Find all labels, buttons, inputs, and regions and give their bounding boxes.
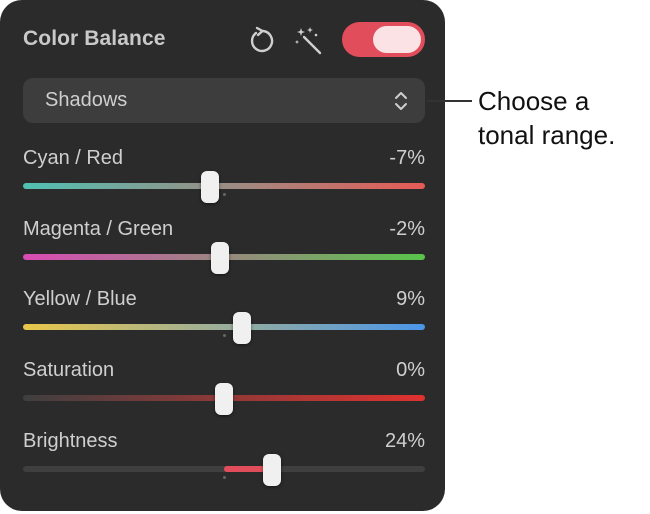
slider-saturation: Saturation 0%: [23, 359, 425, 423]
slider-thumb[interactable]: [215, 383, 233, 415]
slider-thumb[interactable]: [200, 171, 219, 203]
chevron-up-down-icon: [395, 92, 407, 110]
slider-brightness: Brightness 24%: [23, 430, 425, 494]
callout-text: Choose a tonal range.: [478, 86, 616, 150]
magic-wand-icon[interactable]: [294, 25, 324, 55]
slider-cyan-red: Cyan / Red -7%: [23, 147, 425, 211]
slider-default-tick: [223, 476, 226, 479]
color-balance-panel: Color Balance Shadows Cyan / Red -7% Mag…: [0, 0, 445, 511]
slider-value: 24%: [384, 430, 425, 452]
tonal-range-dropdown[interactable]: Shadows: [23, 78, 425, 123]
tonal-range-selected: Shadows: [45, 89, 128, 111]
panel-title: Color Balance: [23, 27, 166, 50]
slider-label: Yellow / Blue: [23, 288, 137, 310]
slider-value: -7%: [389, 147, 425, 169]
toggle-knob: [373, 26, 421, 53]
slider-default-tick: [223, 334, 226, 337]
slider-label: Saturation: [23, 359, 115, 381]
slider-track[interactable]: [23, 183, 425, 189]
slider-value: 9%: [396, 288, 425, 310]
slider-value: 0%: [396, 359, 425, 381]
reset-icon[interactable]: [246, 25, 276, 55]
slider-yellow-blue: Yellow / Blue 9%: [23, 288, 425, 352]
slider-thumb[interactable]: [210, 242, 229, 274]
slider-thumb[interactable]: [233, 312, 252, 344]
slider-label: Magenta / Green: [23, 218, 174, 240]
slider-default-tick: [223, 193, 226, 196]
callout-line: [427, 100, 472, 102]
slider-value: -2%: [389, 218, 425, 240]
slider-label: Brightness: [23, 430, 118, 452]
enable-toggle[interactable]: [342, 22, 425, 57]
slider-label: Cyan / Red: [23, 147, 124, 169]
slider-thumb[interactable]: [263, 454, 282, 486]
slider-track[interactable]: [23, 324, 425, 330]
slider-magenta-green: Magenta / Green -2%: [23, 218, 425, 282]
